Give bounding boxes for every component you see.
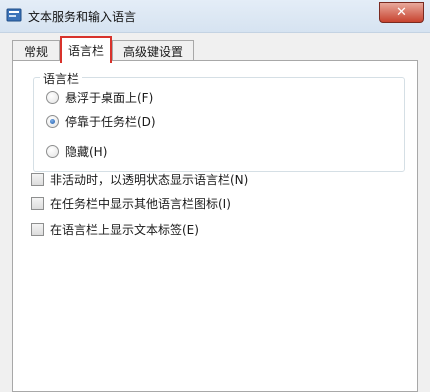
checkbox[interactable] <box>31 173 44 186</box>
checkbox-label: 在任务栏中显示其他语言栏图标(I) <box>50 197 231 211</box>
group-title: 语言栏 <box>40 70 83 87</box>
checkbox-label: 非活动时，以透明状态显示语言栏(N) <box>50 173 249 187</box>
checkbox[interactable] <box>31 223 44 236</box>
checkbox-show-extra-icons-in-taskbar[interactable]: 在任务栏中显示其他语言栏图标(I) <box>31 195 231 212</box>
radio-button-selected[interactable] <box>46 115 59 128</box>
tab-label: 语言栏 <box>67 44 104 58</box>
radio-dock-in-taskbar[interactable]: 停靠于任务栏(D) <box>46 113 156 130</box>
tab-advanced-key-settings[interactable]: 高级键设置 <box>112 40 194 61</box>
radio-dot <box>50 119 55 124</box>
tab-strip: 常规 语言栏 高级键设置 <box>12 36 422 63</box>
language-bar-group: 语言栏 悬浮于桌面上(F) 停靠于任务栏(D) 隐藏(H) <box>33 70 405 172</box>
window-title: 文本服务和输入语言 <box>28 10 137 24</box>
radio-button[interactable] <box>46 145 59 158</box>
radio-button[interactable] <box>46 91 59 104</box>
radio-label: 隐藏(H) <box>65 145 108 159</box>
text-services-icon <box>6 8 22 22</box>
radio-label: 停靠于任务栏(D) <box>65 115 156 129</box>
tab-language-bar[interactable]: 语言栏 <box>60 36 112 63</box>
checkbox[interactable] <box>31 197 44 210</box>
radio-label: 悬浮于桌面上(F) <box>65 91 154 105</box>
checkbox-transparent-when-inactive[interactable]: 非活动时，以透明状态显示语言栏(N) <box>31 171 248 188</box>
radio-float-on-desktop[interactable]: 悬浮于桌面上(F) <box>46 89 153 106</box>
tab-general[interactable]: 常规 <box>12 40 60 61</box>
checkbox-label: 在语言栏上显示文本标签(E) <box>50 223 199 237</box>
tab-panel: 语言栏 悬浮于桌面上(F) 停靠于任务栏(D) 隐藏(H) 非活动时，以透明状态… <box>12 60 418 392</box>
radio-hidden[interactable]: 隐藏(H) <box>46 143 107 160</box>
close-button[interactable]: ✕ <box>379 2 424 23</box>
title-bar: 文本服务和输入语言 ✕ <box>0 0 430 33</box>
tab-label: 常规 <box>23 44 48 59</box>
tab-label: 高级键设置 <box>122 44 183 59</box>
close-icon: ✕ <box>396 5 407 20</box>
checkbox-show-text-labels[interactable]: 在语言栏上显示文本标签(E) <box>31 221 199 238</box>
